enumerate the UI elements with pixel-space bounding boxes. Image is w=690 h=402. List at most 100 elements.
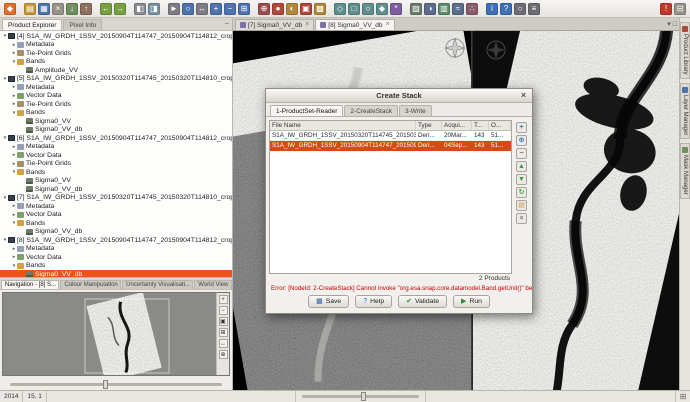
tab-7-sigma0-vv-db[interactable]: [7] Sigma0_VV_db× [235,19,314,30]
rail-tab-mask-manager[interactable]: Mask Manager [680,143,690,199]
tab-3-write[interactable]: 3-Write [399,105,432,116]
nav-zoom-out-icon[interactable]: − [219,306,228,315]
column-header[interactable]: O... [489,121,511,130]
productset-table[interactable]: File NameTypeAcqui...T...O... S1A_IW_GRD… [269,120,512,274]
zoom-in-icon[interactable]: + [210,3,222,15]
tree-item[interactable]: Sigma0_VV_db [0,270,232,277]
nav-zoom-all-icon[interactable]: ⊞ [219,328,228,337]
tree-item[interactable]: ▸Vector Data [0,211,232,220]
table-row[interactable]: S1A_IW_GRDH_1SSV_20150320T114745_2015032… [270,131,511,141]
nav-zoom-actual-icon[interactable]: ▣ [219,317,228,326]
tab-2-createstack[interactable]: 2-CreateStack [344,105,398,116]
rail-tab-product-library[interactable]: Product Library [680,22,690,79]
export-product-icon[interactable]: ↑ [80,3,92,15]
tab-uncertainty-visualisati[interactable]: Uncertainty Visualisati... [122,280,193,289]
scatter-plot-icon[interactable]: ∴ [466,3,478,15]
zoom-out-icon[interactable]: − [224,3,236,15]
open-file-icon[interactable]: ▤ [516,200,527,211]
histogram-icon[interactable]: ▥ [438,3,450,15]
tab-pixel-info[interactable]: Pixel Info [63,19,102,30]
dialog-close-icon[interactable]: × [518,90,529,101]
tree-item[interactable]: ▾Bands [0,109,232,118]
minimize-panel-icon[interactable]: − [224,20,229,28]
settings-icon[interactable]: ≡ [528,3,540,15]
nav-zoom-in-icon[interactable]: + [219,295,228,304]
status-zoom-slider[interactable] [302,395,419,398]
grid-icon[interactable]: ⊞ [676,391,690,402]
tree-item[interactable]: ▸Metadata [0,83,232,92]
save-button[interactable]: ▦Save [308,295,349,308]
navigation-thumbnail-area[interactable]: + − ▣ ⊞ ↔ ⊕ [2,292,230,376]
undo-icon[interactable]: ← [100,3,112,15]
tab-navigation-8-s[interactable]: Navigation - [8] S... [1,280,59,289]
tree-item[interactable]: Sigma0_VV [0,117,232,126]
tree-item[interactable]: ▾[5] S1A_IW_GRDH_1SSV_20150320T114745_20… [0,75,232,84]
column-header[interactable]: File Name [270,121,416,130]
tree-item[interactable]: ▾[4] S1A_IW_GRDH_1SSV_20150904T114747_20… [0,32,232,41]
tree-item[interactable]: ▸Vector Data [0,253,232,262]
close-product-icon[interactable]: × [52,3,64,15]
close-icon[interactable]: × [386,22,390,28]
help-icon[interactable]: ? [500,3,512,15]
gcp-manager-icon[interactable]: ▩ [314,3,326,15]
tab-product-explorer[interactable]: Product Explorer [2,19,62,30]
paste-icon[interactable]: ◨ [148,3,160,15]
magic-wand-icon[interactable]: * [390,3,402,15]
redo-icon[interactable]: → [114,3,126,15]
rectangle-draw-icon[interactable]: □ [348,3,360,15]
validate-button[interactable]: ✔Validate [398,295,447,308]
tree-item[interactable]: ▾Bands [0,219,232,228]
open-product-icon[interactable]: ▤ [24,3,36,15]
contrast-stretch-icon[interactable]: ◑ [424,3,436,15]
tree-item[interactable]: ▸Metadata [0,202,232,211]
add-opened-icon[interactable]: ⊕ [516,135,527,146]
tab-list-chevron-icon[interactable]: ▾ [667,21,671,28]
pan-tool-icon[interactable]: ↔ [196,3,208,15]
refresh-list-icon[interactable]: ↻ [516,187,527,198]
tree-item[interactable]: ▾Bands [0,58,232,67]
search-icon[interactable]: ○ [514,3,526,15]
tree-item[interactable]: Sigma0_VV_db [0,228,232,237]
save-product-icon[interactable]: ▦ [38,3,50,15]
help-button[interactable]: ?Help [355,295,392,308]
pin-placing-icon[interactable]: ● [272,3,284,15]
tab-8-sigma0-vv-db[interactable]: [8] Sigma0_VV_db× [315,19,394,30]
tree-item[interactable]: ▾[7] S1A_IW_GRDH_1SSV_20150320T114745_20… [0,194,232,203]
copy-icon[interactable]: ◧ [134,3,146,15]
move-down-icon[interactable]: ▼ [516,174,527,185]
navigation-zoom-slider[interactable] [10,383,222,386]
column-header[interactable]: Acqui... [442,121,472,130]
table-row[interactable]: S1A_IW_GRDH_1SSV_20150904T114747_2015090… [270,141,511,151]
tree-item[interactable]: ▾[6] S1A_IW_GRDH_1SSV_20150904T114747_20… [0,134,232,143]
close-icon[interactable]: × [305,22,309,28]
window-layout-icon[interactable]: ⊟ [674,3,686,15]
ellipse-draw-icon[interactable]: ○ [362,3,374,15]
zoom-all-icon[interactable]: ⊞ [238,3,250,15]
tree-item[interactable]: ▸Vector Data [0,151,232,160]
crosshair-icon[interactable]: ⊕ [258,3,270,15]
nav-sync-cursor-icon[interactable]: ⊕ [219,350,228,359]
tree-item[interactable]: Sigma0_VV_db [0,126,232,135]
nav-sync-views-icon[interactable]: ↔ [219,339,228,348]
tree-item[interactable]: ▸Tie-Point Grids [0,160,232,169]
gcp-placing-icon[interactable]: ◐ [286,3,298,15]
import-product-icon[interactable]: ↓ [66,3,78,15]
tab-1-productset-reader[interactable]: 1-ProductSet-Reader [270,105,343,116]
remove-product-icon[interactable]: − [516,148,527,159]
tree-item[interactable]: ▾Bands [0,262,232,271]
add-product-icon[interactable]: + [516,122,527,133]
tree-item[interactable]: ▸Metadata [0,245,232,254]
column-header[interactable]: T... [472,121,489,130]
tree-item[interactable]: ▸Vector Data [0,92,232,101]
zoom-tool-icon[interactable]: ○ [182,3,194,15]
mask-tool-icon[interactable]: ▨ [410,3,422,15]
tree-item[interactable]: Amplitude_VV [0,66,232,75]
tree-item[interactable]: ▸Tie-Point Grids [0,49,232,58]
compass-rose-icon[interactable] [444,37,466,59]
rail-tab-layer-manager[interactable]: Layer Manager [680,83,690,139]
tree-item[interactable]: ▸Metadata [0,41,232,50]
navigation-zoom-thumb[interactable] [103,380,108,389]
dialog-titlebar[interactable]: Create Stack × [266,89,532,103]
tab-colour-manipulation[interactable]: Colour Manipulation [60,280,121,289]
compass-rose-icon[interactable] [485,39,507,61]
